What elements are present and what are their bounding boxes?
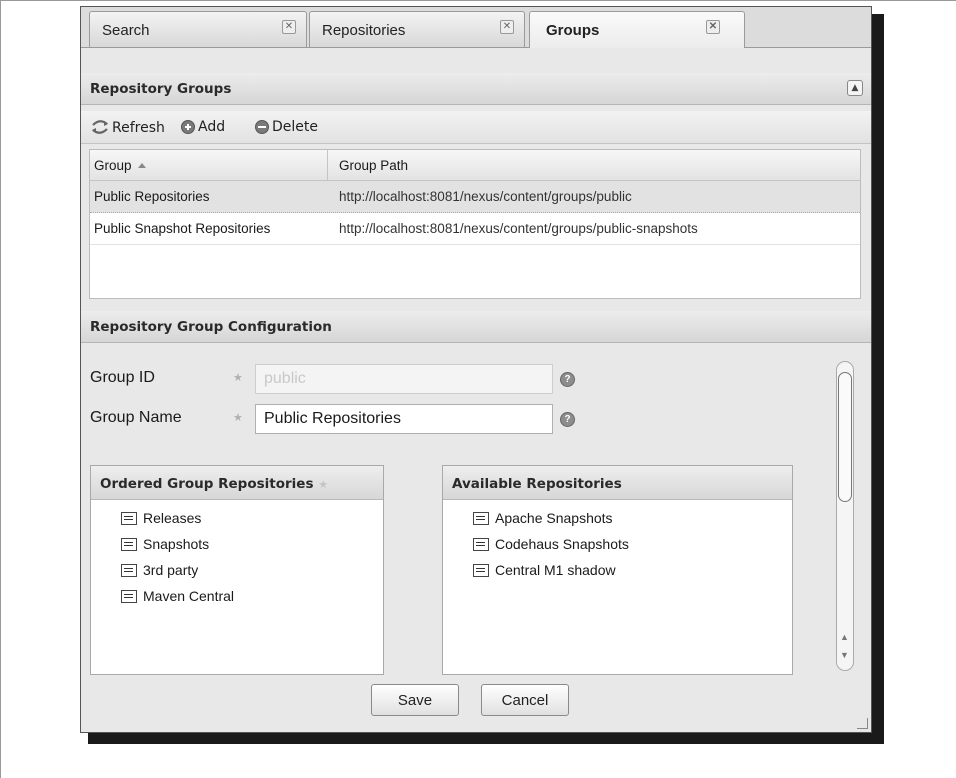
repository-icon: [121, 590, 137, 603]
column-header-group[interactable]: Group: [90, 150, 328, 180]
list-title: Ordered Group Repositories: [100, 476, 314, 492]
close-icon[interactable]: ✕: [706, 20, 720, 34]
sort-ascending-icon: [137, 163, 146, 168]
required-star-icon: ★: [233, 372, 243, 384]
required-star-icon: ★: [318, 478, 329, 491]
grid-header: Group Group Path: [90, 150, 860, 181]
add-icon: [181, 120, 195, 134]
resize-grip-icon[interactable]: [857, 718, 868, 729]
cell-group: Public Repositories: [94, 189, 210, 204]
available-repositories-list[interactable]: Available Repositories Apache Snapshots …: [442, 465, 793, 675]
list-item[interactable]: 3rd party: [121, 562, 198, 578]
groups-toolbar: Refresh Add Delete: [81, 111, 871, 144]
table-row[interactable]: Public Snapshot Repositories http://loca…: [90, 213, 860, 245]
tab-repositories[interactable]: Repositories ✕: [309, 11, 525, 47]
list-item[interactable]: Central M1 shadow: [473, 562, 616, 578]
repository-icon: [121, 564, 137, 577]
ordered-group-repositories-list[interactable]: Ordered Group Repositories ★ Releases Sn…: [90, 465, 384, 675]
item-label: Codehaus Snapshots: [495, 536, 629, 552]
add-button[interactable]: Add: [181, 119, 225, 135]
list-item[interactable]: Maven Central: [121, 588, 234, 604]
refresh-label: Refresh: [112, 120, 165, 136]
item-label: Releases: [143, 510, 202, 526]
tab-bar: Search ✕ Repositories ✕ Groups ✕: [81, 7, 871, 48]
save-button[interactable]: Save: [371, 684, 459, 716]
group-name-label: Group Name: [90, 409, 182, 426]
cell-group-path: http://localhost:8081/nexus/content/grou…: [339, 189, 632, 204]
item-label: Central M1 shadow: [495, 562, 616, 578]
column-header-group-path[interactable]: Group Path: [339, 158, 408, 173]
groups-window: Search ✕ Repositories ✕ Groups ✕ Reposit…: [80, 6, 872, 733]
panel-title: Repository Group Configuration: [90, 319, 332, 335]
group-id-field[interactable]: public: [255, 364, 553, 394]
refresh-button[interactable]: Refresh: [91, 119, 165, 136]
cancel-button[interactable]: Cancel: [481, 684, 569, 716]
tab-search[interactable]: Search ✕: [89, 11, 307, 47]
repository-icon: [473, 512, 489, 525]
cell-group-path: http://localhost:8081/nexus/content/grou…: [339, 221, 698, 236]
group-id-label: Group ID: [90, 369, 155, 386]
tab-label: Search: [102, 22, 150, 39]
repository-icon: [473, 538, 489, 551]
list-header: Available Repositories: [443, 466, 792, 500]
delete-label: Delete: [272, 119, 318, 135]
groups-grid: Group Group Path Public Repositories htt…: [89, 149, 861, 299]
help-icon[interactable]: ?: [560, 412, 575, 427]
list-item[interactable]: Codehaus Snapshots: [473, 536, 629, 552]
table-row[interactable]: Public Repositories http://localhost:808…: [90, 181, 860, 213]
list-header: Ordered Group Repositories ★: [91, 466, 383, 500]
repository-groups-header: Repository Groups ▲: [81, 73, 871, 105]
list-item[interactable]: Releases: [121, 510, 201, 526]
panel-title: Repository Groups: [90, 81, 232, 97]
repository-icon: [121, 538, 137, 551]
required-star-icon: ★: [233, 412, 243, 424]
item-label: Maven Central: [143, 588, 235, 604]
column-label: Group: [94, 158, 132, 173]
tab-groups[interactable]: Groups ✕: [529, 11, 745, 48]
repository-group-configuration-header: Repository Group Configuration: [81, 311, 871, 343]
repository-icon: [473, 564, 489, 577]
collapse-icon[interactable]: ▲: [847, 80, 863, 96]
item-label: Snapshots: [143, 536, 210, 552]
item-label: 3rd party: [143, 562, 199, 578]
column-label: Group Path: [339, 158, 409, 173]
group-name-field[interactable]: Public Repositories: [255, 404, 553, 434]
configuration-form: Group ID ★ public ? Group Name ★ Public …: [81, 343, 871, 733]
page-border-left: [0, 0, 1, 778]
add-label: Add: [198, 119, 226, 135]
delete-button[interactable]: Delete: [255, 119, 318, 135]
help-icon[interactable]: ?: [560, 372, 575, 387]
scrollbar-thumb[interactable]: [838, 372, 852, 502]
delete-icon: [255, 120, 269, 134]
tab-label: Groups: [546, 22, 600, 39]
form-scrollbar[interactable]: ▲ ▼: [836, 361, 854, 671]
repository-icon: [121, 512, 137, 525]
cell-group: Public Snapshot Repositories: [94, 221, 271, 236]
scroll-up-icon[interactable]: ▲: [840, 632, 849, 642]
close-icon[interactable]: ✕: [282, 20, 296, 34]
tab-label: Repositories: [322, 22, 406, 39]
item-label: Apache Snapshots: [495, 510, 613, 526]
close-icon[interactable]: ✕: [500, 20, 514, 34]
list-title: Available Repositories: [452, 476, 622, 492]
page-border-top: [0, 0, 956, 1]
scroll-down-icon[interactable]: ▼: [840, 650, 849, 660]
list-item[interactable]: Snapshots: [121, 536, 209, 552]
list-item[interactable]: Apache Snapshots: [473, 510, 613, 526]
refresh-icon: [92, 120, 108, 134]
